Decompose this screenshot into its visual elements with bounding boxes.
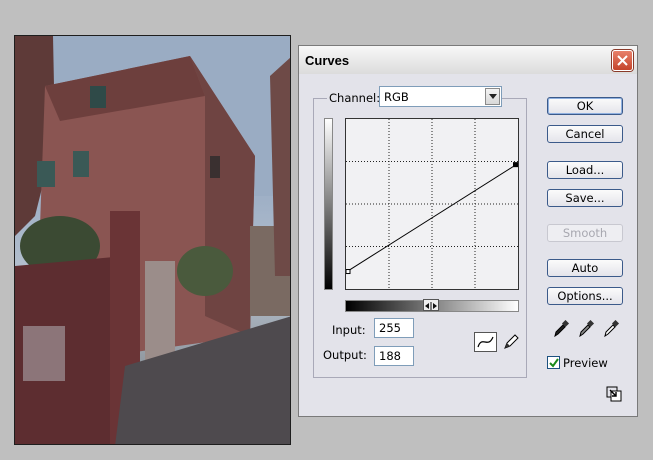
toggle-arrows-icon xyxy=(425,302,437,310)
curve-tool-icon xyxy=(477,336,494,348)
background-photo xyxy=(14,35,291,445)
auto-button[interactable]: Auto xyxy=(547,259,623,277)
channel-label: Channel: xyxy=(327,91,383,105)
channel-value: RGB xyxy=(384,90,409,104)
input-value: 255 xyxy=(379,321,401,335)
smooth-button[interactable]: Smooth xyxy=(547,224,623,242)
dialog-body: Channel: RGB Input: 255 Output: 188 OK C… xyxy=(299,74,637,416)
close-button[interactable] xyxy=(612,50,633,71)
input-field[interactable]: 255 xyxy=(374,318,414,338)
pencil-icon xyxy=(504,334,519,349)
curve-canvas[interactable] xyxy=(345,119,518,289)
curve-point-start[interactable] xyxy=(345,269,351,275)
load-button[interactable]: Load... xyxy=(547,161,623,179)
title-bar[interactable]: Curves xyxy=(299,46,637,74)
curve-tool-button[interactable] xyxy=(474,332,497,352)
preview-label: Preview xyxy=(563,356,608,370)
resize-button[interactable] xyxy=(606,386,622,402)
output-value: 188 xyxy=(379,349,401,363)
pencil-tool-button[interactable] xyxy=(501,332,521,352)
chevron-down-icon xyxy=(489,94,497,99)
checkmark-icon xyxy=(549,358,559,368)
white-eyedropper-icon xyxy=(604,319,620,338)
channel-select[interactable]: RGB xyxy=(379,86,502,107)
channel-dropdown-button[interactable] xyxy=(485,88,500,105)
curve-graph[interactable] xyxy=(345,118,519,290)
gray-eyedropper-icon xyxy=(579,319,595,338)
output-label: Output: xyxy=(323,348,367,362)
resize-icon xyxy=(606,386,622,402)
gray-eyedropper-button[interactable] xyxy=(577,319,595,338)
input-label: Input: xyxy=(332,323,366,337)
save-button[interactable]: Save... xyxy=(547,189,623,207)
curves-dialog: Curves Channel: RGB Input: 255 Output: 1… xyxy=(298,45,638,417)
curve-grid xyxy=(346,119,518,289)
preview-checkbox[interactable] xyxy=(547,356,560,369)
cancel-button[interactable]: Cancel xyxy=(547,125,623,143)
white-eyedropper-button[interactable] xyxy=(602,319,620,338)
curve-point-end[interactable] xyxy=(513,162,518,168)
black-eyedropper-button[interactable] xyxy=(552,319,570,338)
options-button[interactable]: Options... xyxy=(547,287,623,305)
close-icon xyxy=(617,55,628,66)
output-gradient-bar xyxy=(324,118,333,290)
output-field[interactable]: 188 xyxy=(374,346,414,366)
dialog-title: Curves xyxy=(305,53,350,68)
photo-illustration xyxy=(15,36,290,444)
ok-button[interactable]: OK xyxy=(547,97,623,115)
curve-line[interactable] xyxy=(346,163,518,272)
black-eyedropper-icon xyxy=(554,319,570,338)
gradient-toggle-button[interactable] xyxy=(423,299,439,311)
